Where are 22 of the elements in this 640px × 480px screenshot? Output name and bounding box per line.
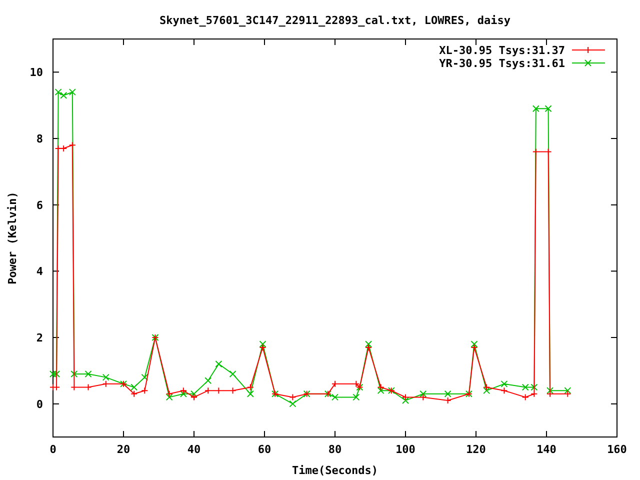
axis-title: Power (Kelvin) [6,192,19,284]
tick-label: 60 [258,443,272,456]
tick-label: 40 [187,443,201,456]
tick-label: 2 [36,332,43,344]
tick-label: 0 [36,398,43,411]
tick-label: 160 [607,443,627,456]
legend-swatch [572,60,606,66]
legend-label: XL-30.95 Tsys:31.37 [439,44,565,57]
tick-label: 8 [36,132,43,146]
tick-label: 80 [328,443,342,456]
tick-label: 10 [30,66,43,80]
legend-swatch [572,46,606,54]
chart-title: Skynet_57601_3C147_22911_22893_cal.txt, LOWRES, daisy [160,14,510,27]
tick-label: 100 [396,443,416,456]
tick-label: 20 [116,443,130,456]
tick-label: 0 [50,443,56,456]
tick-label: 6 [36,198,43,212]
tick-label: 120 [466,443,486,456]
legend-label: YR-30.95 Tsys:31.61 [439,57,565,70]
axis-title: Time(Seconds) [292,464,378,477]
tick-label: 4 [36,265,43,278]
tick-label: 140 [536,443,556,456]
